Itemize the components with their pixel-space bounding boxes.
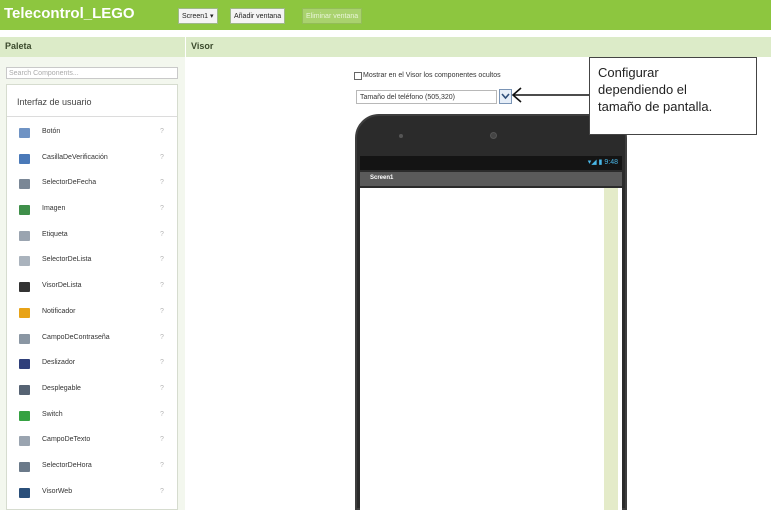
palette-item-label: Deslizador	[42, 359, 76, 367]
palette-item[interactable]: Desplegable?	[7, 379, 177, 405]
warning-icon	[19, 307, 30, 318]
add-screen-button[interactable]: Añadir ventana	[230, 8, 286, 24]
viewer-title: Visor	[191, 41, 214, 51]
palette-item[interactable]: Imagen?	[7, 199, 177, 225]
palette-item[interactable]: SelectorDeHora?	[7, 456, 177, 482]
help-icon[interactable]: ?	[160, 231, 164, 238]
palette-item-label: CampoDeContraseña	[42, 333, 110, 341]
help-icon[interactable]: ?	[160, 205, 164, 212]
palette-item[interactable]: VisorDeLista?	[7, 276, 177, 302]
help-icon[interactable]: ?	[160, 385, 164, 392]
phone-size-select[interactable]: Tamaño del teléfono (505,320)	[356, 90, 497, 104]
checkbox-icon	[19, 153, 30, 164]
screen-title-bar: Screen1	[360, 172, 622, 186]
palette-item[interactable]: Switch?	[7, 405, 177, 431]
remove-screen-button[interactable]: Eliminar ventana	[302, 8, 363, 24]
chevron-down-icon	[501, 93, 510, 100]
palette-item[interactable]: Etiqueta?	[7, 225, 177, 251]
palette-item-label: Etiqueta	[42, 230, 68, 238]
palette-panel: Search Components... Interfaz de usuario…	[0, 57, 185, 510]
callout-line-2: dependiendo el	[598, 82, 687, 97]
globe-icon	[19, 487, 30, 498]
switch-icon	[19, 410, 30, 421]
palette-item-label: VisorDeLista	[42, 282, 82, 290]
spinner-icon	[19, 384, 30, 395]
help-icon[interactable]: ?	[160, 128, 164, 135]
palette-item-label: SelectorDeHora	[42, 461, 92, 469]
palette-item[interactable]: Botón?	[7, 122, 177, 148]
help-icon[interactable]: ?	[160, 436, 164, 443]
show-hidden-label: Mostrar en el Visor los componentes ocul…	[363, 72, 501, 79]
button-icon	[19, 128, 30, 138]
phone-preview: ▾◢ ▮ 9:48 Screen1	[355, 114, 627, 510]
palette-item[interactable]: SelectorDeFecha?	[7, 173, 177, 199]
callout-line-1: Configurar	[598, 65, 659, 80]
callout-line-3: tamaño de pantalla.	[598, 99, 713, 114]
screen-selector-button[interactable]: Screen1 ▾	[178, 8, 218, 24]
group-header-user-interface[interactable]: Interfaz de usuario	[17, 97, 92, 107]
palette-item-label: Imagen	[42, 205, 66, 213]
help-icon[interactable]: ?	[160, 282, 164, 289]
image-icon	[19, 205, 30, 216]
phone-screen[interactable]	[360, 188, 622, 510]
slider-icon	[19, 359, 30, 370]
help-icon[interactable]: ?	[160, 462, 164, 469]
label-icon	[19, 230, 30, 241]
palette-item-label: Desplegable	[42, 384, 81, 392]
screen-title: Screen1	[370, 175, 394, 181]
help-icon[interactable]: ?	[160, 488, 164, 495]
palette-item[interactable]: Notificador?	[7, 302, 177, 328]
help-icon[interactable]: ?	[160, 256, 164, 263]
list-picker-icon	[19, 256, 30, 267]
palette-item[interactable]: CasillaDeVerificación?	[7, 148, 177, 174]
component-list: Botón? CasillaDeVerificación? SelectorDeFe…	[7, 122, 177, 507]
calendar-icon	[19, 179, 30, 190]
status-icons: ▾◢ ▮ 9:48	[588, 158, 618, 166]
palette-item-label: Notificador	[42, 307, 76, 315]
signal-battery-icon: ▾◢ ▮	[587, 159, 603, 166]
help-icon[interactable]: ?	[160, 411, 164, 418]
palette-title: Paleta	[5, 41, 32, 51]
palette-item-label: CasillaDeVerificación	[42, 153, 108, 161]
viewer-header: Visor	[186, 37, 771, 57]
phone-camera	[490, 132, 497, 139]
palette-item[interactable]: Deslizador?	[7, 353, 177, 379]
palette-item[interactable]: CampoDeTexto?	[7, 430, 177, 456]
palette-item-label: SelectorDeFecha	[42, 179, 97, 187]
user-interface-group: Interfaz de usuario Botón? CasillaDeVerif…	[6, 84, 178, 510]
help-icon[interactable]: ?	[160, 334, 164, 341]
group-divider	[7, 116, 177, 117]
search-components-input[interactable]: Search Components...	[6, 67, 178, 79]
textbox-icon	[19, 436, 30, 447]
phone-scrollbar[interactable]	[604, 188, 618, 510]
list-view-icon	[19, 282, 30, 293]
phone-speaker	[399, 134, 403, 138]
password-icon	[19, 333, 30, 344]
project-name: Telecontrol_LEGO	[4, 5, 135, 22]
status-time: 9:48	[604, 159, 618, 166]
palette-item[interactable]: SelectorDeLista?	[7, 250, 177, 276]
palette-item-label: CampoDeTexto	[42, 436, 91, 444]
clock-icon	[19, 461, 30, 472]
palette-item[interactable]: CampoDeContraseña?	[7, 328, 177, 354]
palette-item-label: Botón	[42, 128, 61, 135]
callout-box: Configurar dependiendo el tamaño de pant…	[589, 57, 757, 135]
palette-item-label: SelectorDeLista	[42, 256, 92, 264]
palette-item-label: Switch	[42, 410, 63, 418]
show-hidden-checkbox[interactable]	[354, 72, 362, 80]
palette-item-label: VisorWeb	[42, 487, 73, 495]
help-icon[interactable]: ?	[160, 359, 164, 366]
callout-arrow-icon	[511, 87, 589, 103]
phone-status-bar: ▾◢ ▮ 9:48	[360, 156, 622, 170]
help-icon[interactable]: ?	[160, 308, 164, 315]
help-icon[interactable]: ?	[160, 154, 164, 161]
top-toolbar: Telecontrol_LEGO Screen1 ▾ Añadir ventan…	[0, 0, 771, 30]
help-icon[interactable]: ?	[160, 179, 164, 186]
palette-header: Paleta	[0, 37, 185, 57]
palette-item[interactable]: VisorWeb?	[7, 482, 177, 508]
